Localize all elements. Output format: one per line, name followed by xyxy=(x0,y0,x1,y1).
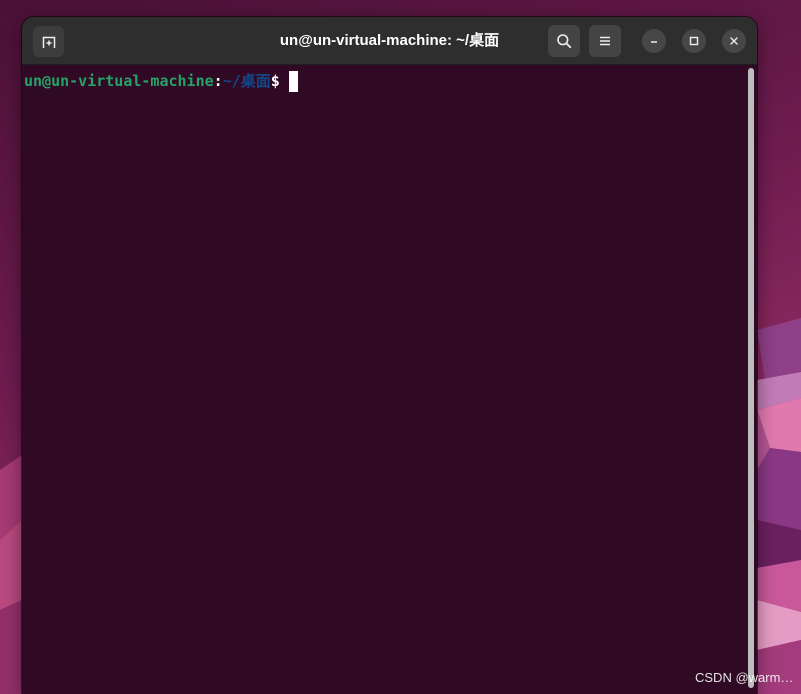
main-menu-button[interactable] xyxy=(589,25,621,57)
search-button[interactable] xyxy=(548,25,580,57)
scrollbar[interactable] xyxy=(748,68,754,688)
terminal-output-area[interactable]: un@un-virtual-machine:~/桌面$ xyxy=(22,65,757,694)
minimize-button[interactable] xyxy=(642,29,666,53)
prompt-separator: : xyxy=(213,72,223,90)
headerbar[interactable]: un@un-virtual-machine: ~/桌面 xyxy=(22,17,757,65)
text-cursor xyxy=(288,71,298,92)
new-tab-button[interactable] xyxy=(33,26,64,57)
minimize-icon xyxy=(649,36,659,46)
close-button[interactable] xyxy=(722,29,746,53)
terminal-window: un@un-virtual-machine: ~/桌面 un@un-virtua… xyxy=(22,17,757,694)
search-icon xyxy=(556,33,572,49)
tab-new-icon xyxy=(41,34,57,50)
hamburger-menu-icon xyxy=(598,34,612,48)
prompt-symbol: $ xyxy=(270,72,280,90)
maximize-button[interactable] xyxy=(682,29,706,53)
prompt-path: ~/桌面 xyxy=(222,72,271,90)
maximize-icon xyxy=(689,36,699,46)
wallpaper-shard xyxy=(757,448,801,530)
wallpaper-shard xyxy=(0,600,22,694)
scrollbar-thumb[interactable] xyxy=(748,68,754,688)
close-icon xyxy=(729,36,739,46)
csdn-watermark: CSDN @warm… xyxy=(695,670,794,685)
prompt-user-host: un@un-virtual-machine xyxy=(24,72,214,90)
terminal-prompt-line: un@un-virtual-machine:~/桌面$ xyxy=(24,71,298,92)
